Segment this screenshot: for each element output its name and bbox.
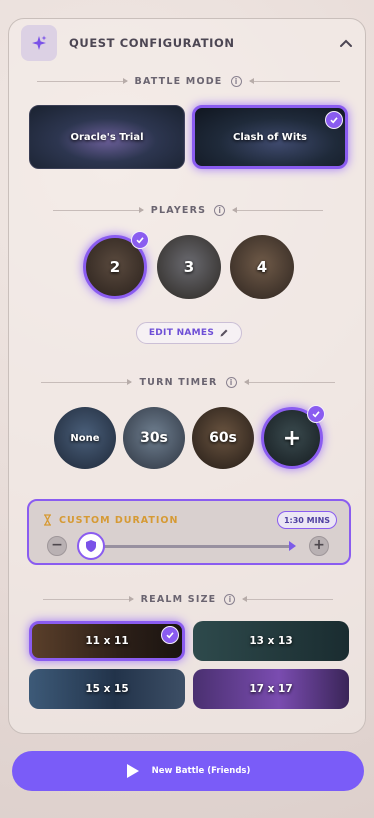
turn-timer-none[interactable]: None <box>54 407 116 469</box>
decrement-button[interactable]: − <box>47 536 67 556</box>
custom-duration-panel: CUSTOM DURATION 1:30 MINS − + <box>27 499 351 565</box>
realm-size-15x15[interactable]: 15 x 15 <box>29 669 185 709</box>
duration-value-badge: 1:30 MINS <box>277 511 337 529</box>
battle-mode-option-label: Oracle's Trial <box>70 131 144 143</box>
turn-timer-30s[interactable]: 30s <box>123 407 185 469</box>
realm-size-heading: REALM SIZE i <box>9 591 367 607</box>
turn-timer-label: TURN TIMER <box>139 376 218 388</box>
player-count-label: 2 <box>109 258 121 276</box>
battle-mode-clash-of-wits[interactable]: Clash of Wits <box>192 105 348 169</box>
players-option-4[interactable]: 4 <box>230 235 294 299</box>
realm-size-option-label: 13 x 13 <box>249 635 293 647</box>
realm-size-17x17[interactable]: 17 x 17 <box>193 669 349 709</box>
info-icon[interactable]: i <box>225 376 237 388</box>
realm-size-11x11[interactable]: 11 x 11 <box>29 621 185 661</box>
duration-slider-track[interactable] <box>103 545 293 548</box>
info-icon[interactable]: i <box>230 75 242 87</box>
increment-button[interactable]: + <box>309 536 329 556</box>
custom-duration-title: CUSTOM DURATION <box>59 515 179 526</box>
timer-option-label: 30s <box>140 430 168 446</box>
timer-option-label: + <box>282 425 302 451</box>
hourglass-icon <box>44 514 51 526</box>
turn-timer-heading: TURN TIMER i <box>9 374 367 390</box>
turn-timer-60s[interactable]: 60s <box>192 407 254 469</box>
info-icon[interactable]: i <box>214 204 226 216</box>
battle-mode-oracles-trial[interactable]: Oracle's Trial <box>29 105 185 169</box>
player-count-label: 3 <box>183 258 195 276</box>
players-option-3[interactable]: 3 <box>157 235 221 299</box>
slider-end-marker <box>289 541 296 551</box>
chevron-up-icon[interactable] <box>337 35 355 53</box>
realm-size-13x13[interactable]: 13 x 13 <box>193 621 349 661</box>
new-battle-label: New Battle (Friends) <box>151 766 251 776</box>
realm-size-label: REALM SIZE <box>140 593 217 605</box>
check-icon <box>307 405 325 423</box>
battle-mode-option-label: Clash of Wits <box>233 131 307 143</box>
realm-size-option-label: 17 x 17 <box>249 683 293 695</box>
panel-header[interactable]: QUEST CONFIGURATION <box>21 25 355 65</box>
realm-size-option-label: 15 x 15 <box>85 683 129 695</box>
check-icon <box>131 231 149 249</box>
panel-title: QUEST CONFIGURATION <box>69 36 235 50</box>
battle-mode-heading: BATTLE MODE i <box>9 73 367 89</box>
new-battle-button[interactable]: New Battle (Friends) <box>12 751 364 791</box>
edit-names-button[interactable]: EDIT NAMES <box>136 322 242 344</box>
pencil-icon <box>220 329 228 337</box>
check-icon <box>325 111 343 129</box>
shield-icon <box>86 540 96 552</box>
quest-configuration-panel: QUEST CONFIGURATION BATTLE MODE i Oracle… <box>8 18 366 734</box>
player-count-label: 4 <box>256 258 268 276</box>
timer-option-label: 60s <box>209 430 237 446</box>
play-icon <box>126 764 139 778</box>
check-icon <box>161 626 179 644</box>
sparkles-icon <box>21 25 57 61</box>
realm-size-option-label: 11 x 11 <box>85 635 129 647</box>
battle-mode-label: BATTLE MODE <box>134 75 223 87</box>
players-heading: PLAYERS i <box>9 202 367 218</box>
info-icon[interactable]: i <box>224 593 236 605</box>
duration-slider-thumb[interactable] <box>77 532 105 560</box>
players-label: PLAYERS <box>150 204 207 216</box>
edit-names-label: EDIT NAMES <box>148 328 215 338</box>
timer-option-label: None <box>70 432 100 444</box>
